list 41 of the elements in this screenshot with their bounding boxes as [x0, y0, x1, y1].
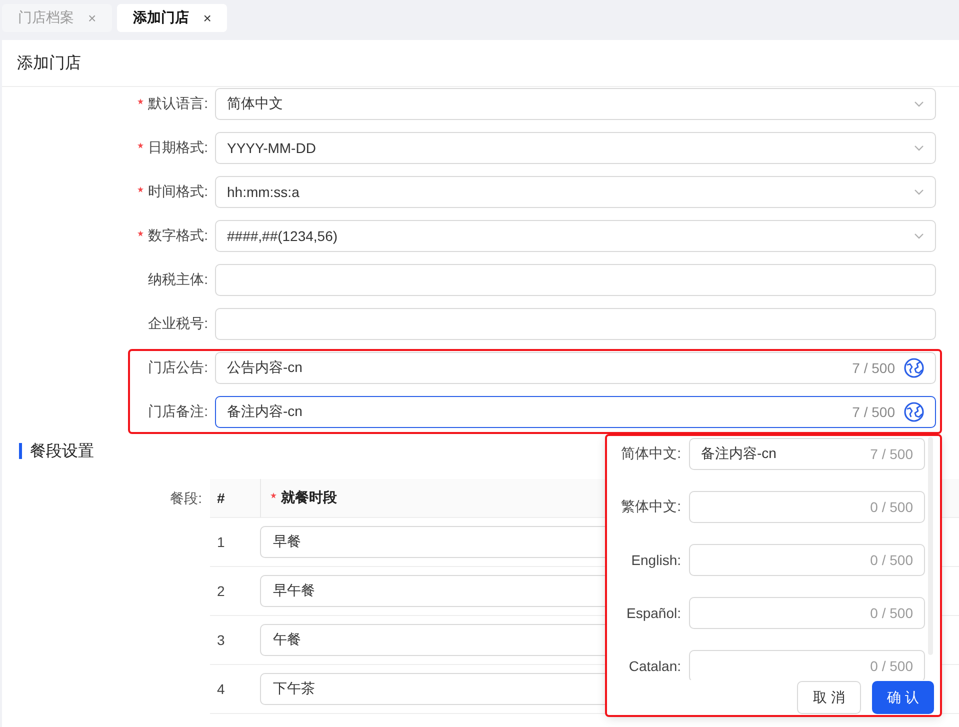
field-label: 企业税号: [148, 315, 208, 333]
field-label: 简体中文: [620, 445, 681, 463]
field-label: 繁体中文: [620, 498, 681, 516]
char-counter: 0 / 500 [870, 605, 913, 621]
cancel-button[interactable]: 取 消 [797, 681, 861, 714]
char-counter: 7 / 500 [870, 446, 913, 462]
field-label: Catalan: [628, 658, 681, 674]
column-header: # [217, 490, 225, 506]
row-number: 1 [217, 534, 225, 550]
row-number: 3 [217, 632, 225, 648]
tab-label: 添加门店 [133, 9, 190, 27]
field-label: 门店公告: [148, 359, 208, 377]
field-label: 默认语言: [148, 95, 208, 113]
input-field[interactable]: 公告内容-cn 7 / 500 [215, 352, 936, 384]
field-label: 纳税主体: [148, 271, 208, 289]
field-label: 门店备注: [148, 403, 208, 421]
row-number: 4 [217, 681, 225, 697]
close-icon[interactable]: × [203, 10, 212, 26]
select-field[interactable]: ####,##(1234,56) [215, 220, 936, 252]
field-label: 餐段: [170, 490, 202, 508]
input-field[interactable]: 备注内容-cn 7 / 500 [215, 396, 936, 428]
confirm-button[interactable]: 确 认 [872, 681, 934, 714]
field-label: Español: [626, 605, 681, 621]
char-counter: 7 / 500 [852, 360, 895, 376]
field-label: 时间格式: [148, 183, 208, 201]
field-label: 数字格式: [148, 227, 208, 245]
input-field[interactable]: 备注内容-cn 7 / 500 [689, 438, 925, 470]
char-counter: 0 / 500 [870, 552, 913, 568]
field-label: 日期格式: [148, 139, 208, 157]
char-counter: 0 / 500 [870, 499, 913, 515]
tab-label: 门店档案 [18, 9, 74, 27]
select-field[interactable]: 简体中文 [215, 88, 936, 120]
char-counter: 7 / 500 [852, 404, 895, 420]
select-field[interactable]: YYYY-MM-DD [215, 132, 936, 164]
section-title: 餐段设置 [30, 442, 94, 462]
column-header: 就餐时段 [281, 489, 337, 507]
char-counter: 0 / 500 [870, 658, 913, 674]
page-title: 添加门店 [2, 40, 959, 87]
select-field[interactable]: hh:mm:ss:a [215, 176, 936, 208]
row-number: 2 [217, 583, 225, 599]
tab[interactable]: 添加门店 × [117, 4, 228, 32]
